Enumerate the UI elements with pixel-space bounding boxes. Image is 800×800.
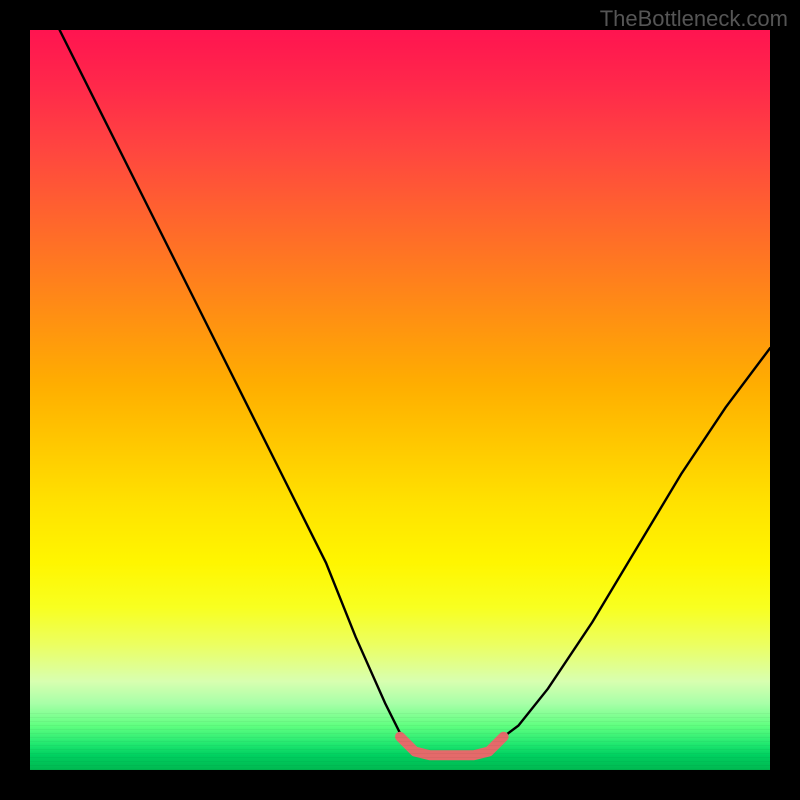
curve-left <box>60 30 415 748</box>
chart-plot-area <box>30 30 770 770</box>
watermark-text: TheBottleneck.com <box>600 6 788 32</box>
chart-svg <box>30 30 770 770</box>
curve-right <box>489 348 770 748</box>
curve-floor-highlight <box>400 737 504 756</box>
